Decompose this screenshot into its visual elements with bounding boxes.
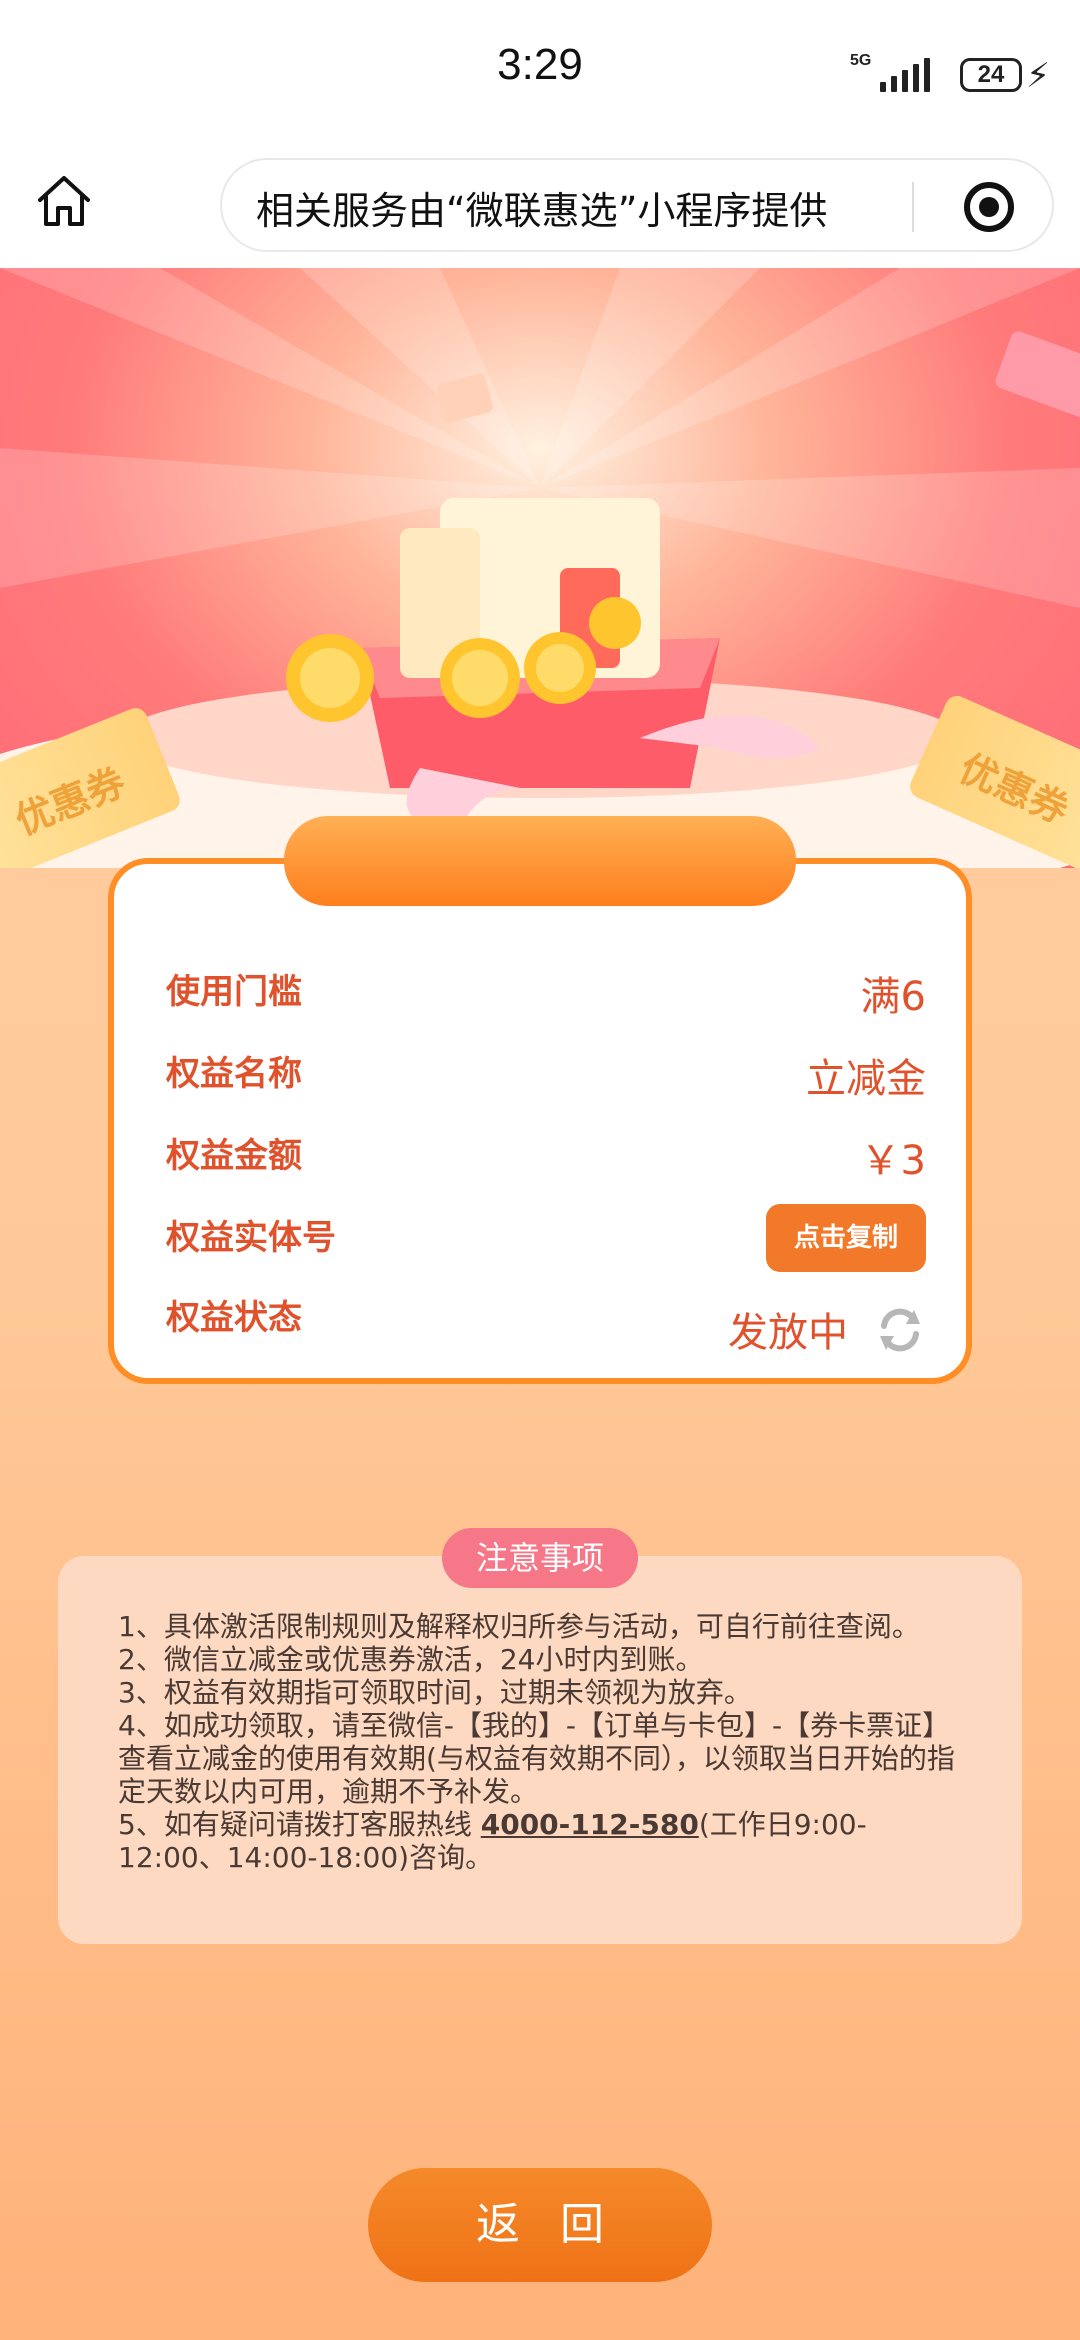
card-header-tab — [284, 816, 796, 906]
notice-panel: 1、具体激活限制规则及解释权归所参与活动，可自行前往查阅。 2、微信立减金或优惠… — [58, 1556, 1022, 1944]
hotline-link[interactable]: 4000-112-580 — [481, 1808, 699, 1841]
notice-item: 4、如成功领取，请至微信-【我的】-【订单与卡包】-【券卡票证】查看立减金的使用… — [118, 1709, 955, 1808]
notice-item: 1、具体激活限制规则及解释权归所参与活动，可自行前往查阅。 — [118, 1610, 920, 1643]
row-benefit-name: 权益名称 立减金 — [166, 1046, 926, 1106]
threshold-label: 使用门槛 — [166, 972, 302, 1012]
benefit-name-label: 权益名称 — [166, 1054, 302, 1094]
back-button[interactable]: 返回 — [368, 2168, 712, 2282]
benefit-amount-value: ￥3 — [860, 1138, 926, 1184]
row-entity-number: 权益实体号 点击复制 — [166, 1204, 926, 1272]
home-icon[interactable] — [32, 170, 96, 234]
network-type: 5G — [850, 52, 872, 69]
copy-button[interactable]: 点击复制 — [766, 1204, 926, 1272]
refresh-icon[interactable] — [874, 1304, 926, 1356]
service-capsule: 相关服务由“微联惠选”小程序提供 — [220, 158, 1054, 252]
notice-item: 3、权益有效期指可领取时间，过期未领视为放弃。 — [118, 1676, 752, 1709]
battery-icon: 24 — [960, 58, 1022, 92]
benefit-card: 使用门槛 满6 权益名称 立减金 权益金额 ￥3 权益实体号 点击复制 权益状态… — [108, 858, 972, 1384]
benefit-amount-label: 权益金额 — [166, 1136, 302, 1176]
nav-bar: 相关服务由“微联惠选”小程序提供 — [0, 150, 1080, 268]
status-value: 发放中 — [728, 1310, 848, 1356]
threshold-value: 满6 — [860, 974, 926, 1020]
benefit-name-value: 立减金 — [806, 1056, 926, 1102]
notice-body: 1、具体激活限制规则及解释权归所参与活动，可自行前往查阅。 2、微信立减金或优惠… — [118, 1610, 968, 1874]
signal-icon: 5G — [850, 52, 930, 92]
coupon-ticket-right-label: 优惠券 — [952, 745, 1076, 833]
charging-icon: ⚡ — [1026, 56, 1050, 96]
status-label: 权益状态 — [166, 1298, 302, 1338]
capsule-divider — [912, 182, 914, 232]
promo-banner: 优惠券 优惠券 — [0, 268, 1080, 868]
notice-item: 5、如有疑问请拨打客服热线 4000-112-580(工作日9:00-12:00… — [118, 1808, 968, 1874]
row-status: 权益状态 发放中 — [166, 1290, 926, 1356]
notice-item: 2、微信立减金或优惠券激活，24小时内到账。 — [118, 1643, 704, 1676]
service-provider-text: 相关服务由“微联惠选”小程序提供 — [256, 189, 828, 233]
close-miniprogram-icon[interactable] — [964, 182, 1014, 232]
entity-number-label: 权益实体号 — [166, 1218, 336, 1258]
notice-title: 注意事项 — [442, 1528, 638, 1588]
notice-item5-prefix: 5、如有疑问请拨打客服热线 — [118, 1808, 472, 1841]
row-benefit-amount: 权益金额 ￥3 — [166, 1128, 926, 1188]
row-threshold: 使用门槛 满6 — [166, 964, 926, 1024]
coupon-ticket-left-label: 优惠券 — [9, 759, 132, 844]
status-bar: 3:29 5G 24 ⚡ — [0, 0, 1080, 150]
